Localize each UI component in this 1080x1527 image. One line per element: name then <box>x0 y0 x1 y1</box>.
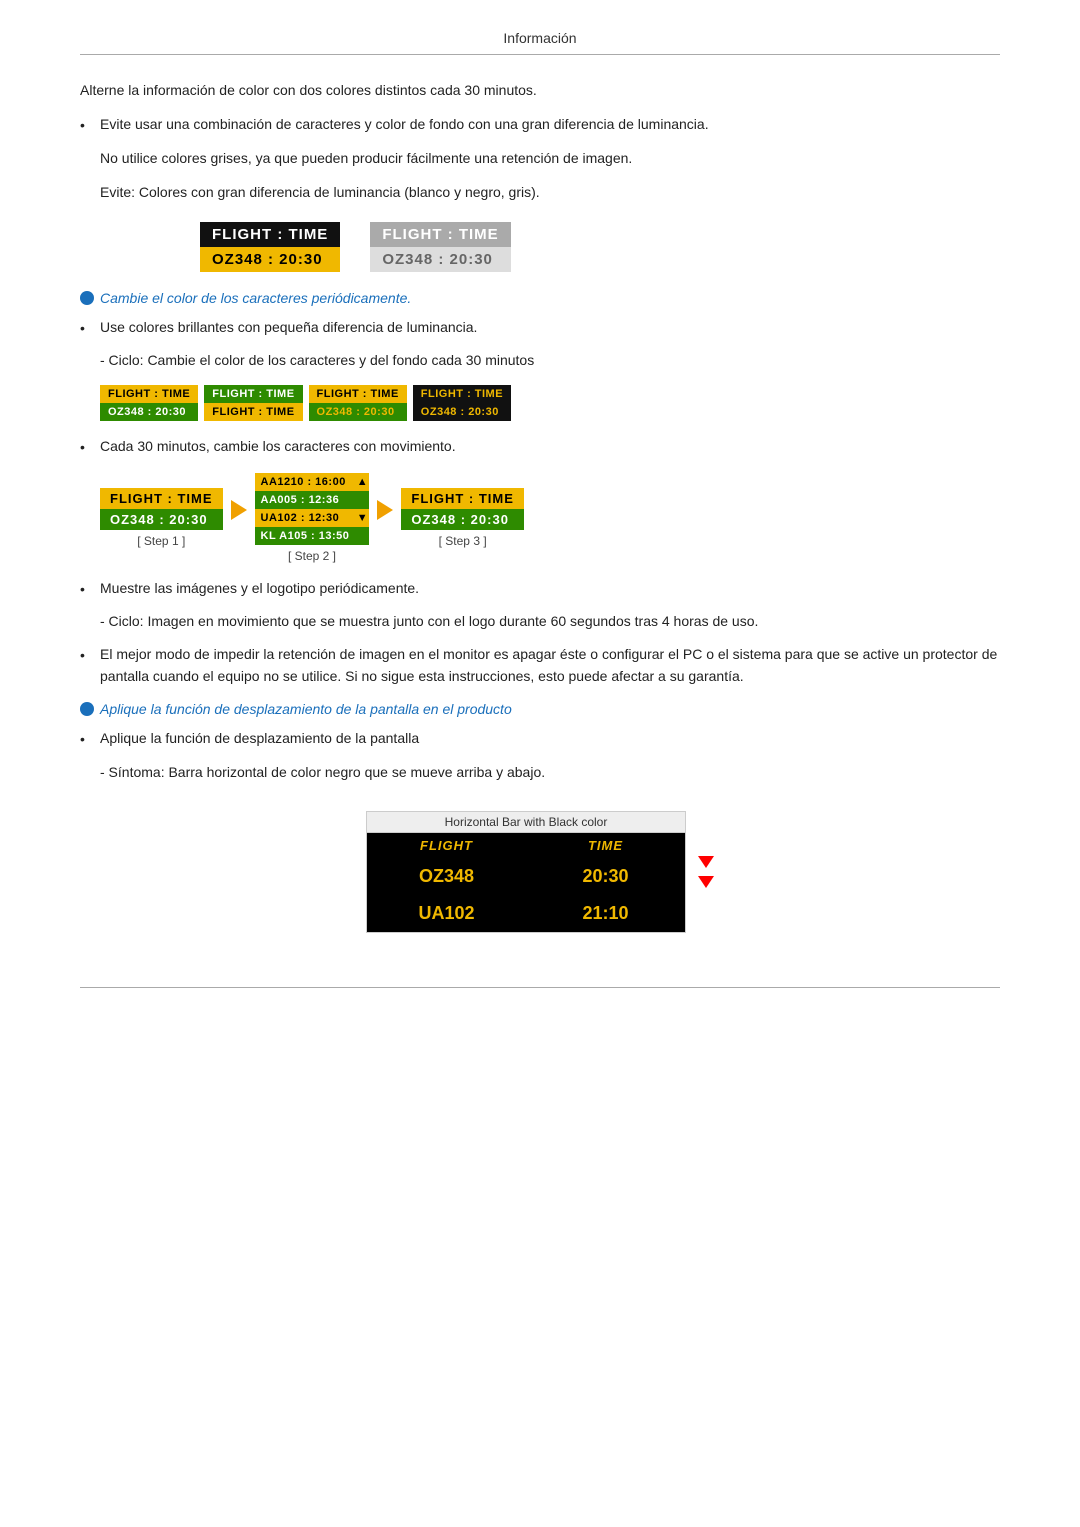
page-footer-line <box>80 987 1000 988</box>
step2-label: [ Step 2 ] <box>288 549 336 563</box>
mini-box-3-header: FLIGHT : TIME <box>309 385 407 403</box>
bullet-4-text: Muestre las imágenes y el logotipo perió… <box>100 577 419 600</box>
step2-box: AA1210 : 16:00 ▲ AA005 : 12:36 UA102 : 1… <box>255 473 370 545</box>
mini-box-2-header: FLIGHT : TIME <box>204 385 302 403</box>
step2-r2c1: AA005 : 12:36 <box>255 491 356 509</box>
step2-r2c2 <box>355 491 369 509</box>
mini-box-1: FLIGHT : TIME OZ348 : 20:30 <box>100 385 198 421</box>
step-arrow-1 <box>223 500 255 520</box>
mini-box-2: FLIGHT : TIME FLIGHT : TIME <box>204 385 302 421</box>
bullet-6: • Aplique la función de desplazamiento d… <box>80 727 1000 750</box>
step2-row2: AA005 : 12:36 <box>255 491 370 509</box>
bullet-3: • Cada 30 minutos, cambie los caracteres… <box>80 435 1000 458</box>
flight-box-dark: FLIGHT : TIME OZ348 : 20:30 <box>200 222 340 272</box>
blue-circle-icon-2 <box>80 702 94 716</box>
flight-dark-data: OZ348 : 20:30 <box>200 247 340 272</box>
arrow-right-icon-2 <box>377 500 393 520</box>
step2-r4c2 <box>355 527 369 545</box>
hbar-data-row2: UA102 21:10 <box>367 895 685 932</box>
hbar-h1: FLIGHT <box>367 833 526 858</box>
mini-box-1-data: OZ348 : 20:30 <box>100 403 198 421</box>
flight-dark-header: FLIGHT : TIME <box>200 222 340 247</box>
bullet-dot-2: • <box>80 316 100 339</box>
bullet-5: • El mejor modo de impedir la retención … <box>80 643 1000 688</box>
hbar-header-row: FLIGHT TIME <box>367 833 685 858</box>
hbar-title: Horizontal Bar with Black color <box>367 812 685 833</box>
cycle-row: FLIGHT : TIME OZ348 : 20:30 FLIGHT : TIM… <box>100 385 1000 421</box>
mini-box-1-header: FLIGHT : TIME <box>100 385 198 403</box>
para1: No utilice colores grises, ya que pueden… <box>100 147 1000 169</box>
step2-row4: KL A105 : 13:50 <box>255 527 370 545</box>
flight-grey-header: FLIGHT : TIME <box>370 222 510 247</box>
arrow-right-icon-1 <box>231 500 247 520</box>
mini-box-4-header: FLIGHT : TIME <box>413 385 511 403</box>
step2-wrap: AA1210 : 16:00 ▲ AA005 : 12:36 UA102 : 1… <box>255 473 370 563</box>
flight-display-row: FLIGHT : TIME OZ348 : 20:30 FLIGHT : TIM… <box>200 222 1000 272</box>
italic-blue-2-text: Aplique la función de desplazamiento de … <box>100 701 512 717</box>
step2-r4c1: KL A105 : 13:50 <box>255 527 356 545</box>
bullet-dot-5: • <box>80 643 100 688</box>
hbar-r1c2: 20:30 <box>526 858 685 895</box>
step2-arrow-up: ▲ <box>355 473 369 491</box>
step1-wrap: FLIGHT : TIME OZ348 : 20:30 [ Step 1 ] <box>100 488 223 548</box>
sub-text-2: - Ciclo: Imagen en movimiento que se mue… <box>100 610 1000 632</box>
step-arrow-2 <box>369 500 401 520</box>
bullet-1: • Evite usar una combinación de caracter… <box>80 113 1000 136</box>
step1-label: [ Step 1 ] <box>137 534 185 548</box>
hbar-arrows <box>692 856 720 888</box>
italic-blue-2: Aplique la función de desplazamiento de … <box>80 701 1000 717</box>
sub-text-3: - Síntoma: Barra horizontal de color neg… <box>100 761 1000 783</box>
bullet-4: • Muestre las imágenes y el logotipo per… <box>80 577 1000 600</box>
para2: Evite: Colores con gran diferencia de lu… <box>100 181 1000 203</box>
hbar-arrow-down-2 <box>698 876 714 888</box>
hbar-outer: Horizontal Bar with Black color FLIGHT T… <box>360 797 720 947</box>
hbar-container: Horizontal Bar with Black color FLIGHT T… <box>366 811 686 933</box>
step3-data: OZ348 : 20:30 <box>401 509 524 530</box>
bullet-1-text: Evite usar una combinación de caracteres… <box>100 113 709 136</box>
step2-row3: UA102 : 12:30 ▼ <box>255 509 370 527</box>
mini-box-2-data: FLIGHT : TIME <box>204 403 302 421</box>
mini-box-3: FLIGHT : TIME OZ348 : 20:30 <box>309 385 407 421</box>
step3-label: [ Step 3 ] <box>439 534 487 548</box>
hbar-r1c1: OZ348 <box>367 858 526 895</box>
hbar-data-row1: OZ348 20:30 <box>367 858 685 895</box>
bullet-2-text: Use colores brillantes con pequeña difer… <box>100 316 477 339</box>
step1-box: FLIGHT : TIME OZ348 : 20:30 <box>100 488 223 530</box>
bullet-dot-1: • <box>80 113 100 136</box>
mini-box-3-data: OZ348 : 20:30 <box>309 403 407 421</box>
blue-circle-icon-1 <box>80 291 94 305</box>
step3-box: FLIGHT : TIME OZ348 : 20:30 <box>401 488 524 530</box>
hbar-r2c1: UA102 <box>367 895 526 932</box>
step3-wrap: FLIGHT : TIME OZ348 : 20:30 [ Step 3 ] <box>401 488 524 548</box>
step2-row1: AA1210 : 16:00 ▲ <box>255 473 370 491</box>
italic-blue-1-text: Cambie el color de los caracteres periód… <box>100 290 411 306</box>
hbar-h2: TIME <box>526 833 685 858</box>
step1-data: OZ348 : 20:30 <box>100 509 223 530</box>
bullet-dot-4: • <box>80 577 100 600</box>
flight-box-grey: FLIGHT : TIME OZ348 : 20:30 <box>370 222 510 272</box>
bullet-3-text: Cada 30 minutos, cambie los caracteres c… <box>100 435 456 458</box>
bullet-2: • Use colores brillantes con pequeña dif… <box>80 316 1000 339</box>
step2-arrow-down: ▼ <box>355 509 369 527</box>
step3-header: FLIGHT : TIME <box>401 488 524 509</box>
mini-box-4: FLIGHT : TIME OZ348 : 20:30 <box>413 385 511 421</box>
page-title-text: Información <box>503 30 576 46</box>
bullet-5-text: El mejor modo de impedir la retención de… <box>100 643 1000 688</box>
page-title: Información <box>80 30 1000 55</box>
step2-r3c1: UA102 : 12:30 <box>255 509 356 527</box>
steps-row: FLIGHT : TIME OZ348 : 20:30 [ Step 1 ] A… <box>100 473 1000 563</box>
italic-blue-1: Cambie el color de los caracteres periód… <box>80 290 1000 306</box>
bullet-dot-3: • <box>80 435 100 458</box>
hbar-r2c2: 21:10 <box>526 895 685 932</box>
page-container: Información Alterne la información de co… <box>0 0 1080 1048</box>
intro-text: Alterne la información de color con dos … <box>80 79 1000 101</box>
hbar-arrow-down-1 <box>698 856 714 868</box>
step2-r1c1: AA1210 : 16:00 <box>255 473 356 491</box>
mini-box-4-data: OZ348 : 20:30 <box>413 403 511 421</box>
bullet-dot-6: • <box>80 727 100 750</box>
step1-header: FLIGHT : TIME <box>100 488 223 509</box>
bullet-6-text: Aplique la función de desplazamiento de … <box>100 727 419 750</box>
sub-text-1: - Ciclo: Cambie el color de los caracter… <box>100 349 1000 371</box>
flight-grey-data: OZ348 : 20:30 <box>370 247 510 272</box>
